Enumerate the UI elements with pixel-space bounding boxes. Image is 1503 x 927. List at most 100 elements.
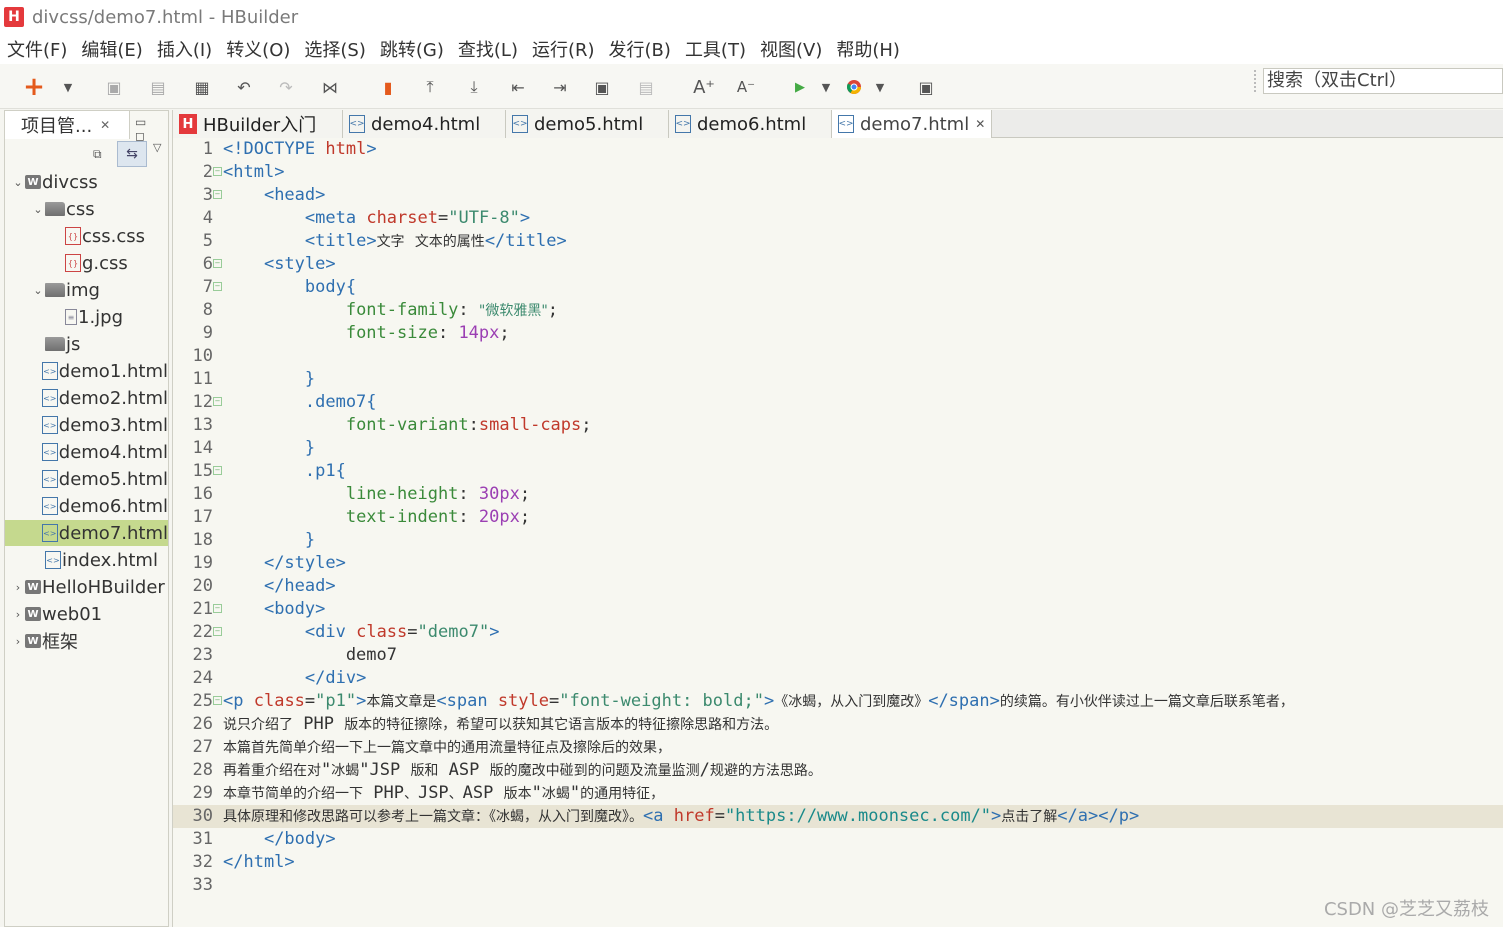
format-icon[interactable]: ⋈: [320, 77, 340, 97]
menu-item[interactable]: 文件(F): [7, 36, 67, 62]
menu-item[interactable]: 工具(T): [685, 36, 746, 62]
new-dropdown-icon[interactable]: ▼: [58, 77, 78, 97]
code-line[interactable]: 7− body{: [173, 276, 1503, 299]
code-line[interactable]: 14 }: [173, 437, 1503, 460]
fold-icon[interactable]: −: [213, 259, 222, 268]
bookmark-icon[interactable]: ▮: [378, 77, 398, 97]
close-icon[interactable]: ✕: [975, 117, 985, 131]
code-line[interactable]: 25− <p class="p1">本篇文章是<span style="font-…: [173, 690, 1503, 713]
expanded-chevron-icon[interactable]: ⌄: [31, 203, 45, 216]
tree-item[interactable]: ⌄ Wdivcss: [5, 169, 168, 195]
editor-tab[interactable]: H HBuilder入门: [173, 110, 343, 138]
collapse-all-icon[interactable]: ⧉: [93, 147, 102, 162]
tree-item[interactable]: › W HelloHBuilder: [5, 574, 168, 600]
code-line[interactable]: 13 font-variant:small-caps;: [173, 414, 1503, 437]
fold-icon[interactable]: −: [213, 627, 222, 636]
close-icon[interactable]: ✕: [100, 118, 110, 132]
collapsed-chevron-icon[interactable]: ›: [11, 635, 25, 648]
code-line[interactable]: 15− .p1{: [173, 460, 1503, 483]
code-line[interactable]: 5 <title>文字 文本的属性</title>: [173, 230, 1503, 253]
collapsed-chevron-icon[interactable]: ›: [11, 608, 25, 621]
minimize-maximize-icon[interactable]: ▭ ◻: [135, 115, 168, 143]
tree-item[interactable]: <> demo2.html: [5, 385, 168, 411]
menu-item[interactable]: 视图(V): [760, 36, 822, 62]
new-icon[interactable]: +: [23, 72, 45, 102]
code-line[interactable]: 23 demo7: [173, 644, 1503, 667]
code-line[interactable]: 33: [173, 874, 1503, 897]
fold-icon[interactable]: −: [213, 604, 222, 613]
tree-item[interactable]: <> demo1.html: [5, 358, 168, 384]
save-all-icon[interactable]: ▤: [148, 77, 168, 97]
code-line[interactable]: 28 再着重介绍在对"冰蝎"JSP 版和 ASP 版的魔改中碰到的问题及流量监测/…: [173, 759, 1503, 782]
code-line[interactable]: 1 <!DOCTYPE html>: [173, 138, 1503, 161]
code-line[interactable]: 6− <style>: [173, 253, 1503, 276]
menu-item[interactable]: 查找(L): [458, 36, 518, 62]
collapsed-chevron-icon[interactable]: ›: [11, 581, 25, 594]
fold-icon[interactable]: −: [213, 696, 222, 705]
menu-item[interactable]: 帮助(H): [836, 36, 900, 62]
code-line[interactable]: 3− <head>: [173, 184, 1503, 207]
go-bottom-icon[interactable]: ⤓: [464, 77, 484, 97]
tree-item[interactable]: ⌄ img: [5, 277, 168, 303]
save-icon[interactable]: ▣: [104, 77, 124, 97]
tree-item[interactable]: <> demo5.html: [5, 466, 168, 492]
menu-item[interactable]: 发行(B): [609, 36, 671, 62]
preview-icon[interactable]: ▣: [916, 77, 936, 97]
editor-tab[interactable]: <> demo4.html: [343, 110, 506, 138]
editor-tab[interactable]: <> demo6.html: [669, 110, 832, 138]
link-with-editor-icon[interactable]: ⇆: [117, 141, 147, 167]
expanded-chevron-icon[interactable]: ⌄: [31, 284, 45, 297]
uncomment-icon[interactable]: ▤: [636, 77, 656, 97]
code-line[interactable]: 16 line-height: 30px;: [173, 483, 1503, 506]
code-line[interactable]: 20 </head>: [173, 575, 1503, 598]
browser-dropdown-icon[interactable]: ▼: [870, 77, 890, 97]
tree-item[interactable]: ≡ 1.jpg: [5, 304, 168, 330]
print-icon[interactable]: ▦: [192, 77, 212, 97]
undo-icon[interactable]: ↶: [234, 77, 254, 97]
font-decrease-icon[interactable]: A⁻: [736, 77, 756, 97]
code-line[interactable]: 22− <div class="demo7">: [173, 621, 1503, 644]
code-line[interactable]: 19 </style>: [173, 552, 1503, 575]
code-line[interactable]: 21− <body>: [173, 598, 1503, 621]
code-line[interactable]: 31 </body>: [173, 828, 1503, 851]
tree-item[interactable]: <> demo4.html: [5, 439, 168, 465]
project-explorer-tab[interactable]: 项目管... ✕: [5, 111, 130, 139]
code-line[interactable]: 4 <meta charset="UTF-8">: [173, 207, 1503, 230]
code-line[interactable]: 10: [173, 345, 1503, 368]
menu-item[interactable]: 选择(S): [304, 36, 365, 62]
fold-icon[interactable]: −: [213, 190, 222, 199]
code-line[interactable]: 12− .demo7{: [173, 391, 1503, 414]
view-menu-icon[interactable]: ▽: [153, 141, 161, 154]
redo-icon[interactable]: ↷: [276, 77, 296, 97]
font-increase-icon[interactable]: A⁺: [693, 77, 715, 98]
editor-tab[interactable]: <> demo5.html: [506, 110, 669, 138]
fold-icon[interactable]: −: [213, 167, 222, 176]
code-line[interactable]: 9 font-size: 14px;: [173, 322, 1503, 345]
code-line[interactable]: 2− <html>: [173, 161, 1503, 184]
code-line[interactable]: 8 font-family: "微软雅黑";: [173, 299, 1503, 322]
go-top-icon[interactable]: ⤒: [420, 77, 440, 97]
tree-item[interactable]: {} css.css: [5, 223, 168, 249]
run-icon[interactable]: ▶: [790, 77, 810, 97]
fold-icon[interactable]: −: [213, 466, 222, 475]
tree-item[interactable]: <> demo6.html: [5, 493, 168, 519]
menu-item[interactable]: 转义(O): [226, 36, 290, 62]
code-line[interactable]: 24 </div>: [173, 667, 1503, 690]
expanded-chevron-icon[interactable]: ⌄: [11, 176, 25, 189]
tree-item[interactable]: <> index.html: [5, 547, 168, 573]
run-dropdown-icon[interactable]: ▼: [816, 77, 836, 97]
code-line[interactable]: 29 本章节简单的介绍一下 PHP、JSP、ASP 版本"冰蝎"的通用特征，: [173, 782, 1503, 805]
code-line[interactable]: 26 说只介绍了 PHP 版本的特征擦除，希望可以获知其它语言版本的特征擦除思路和…: [173, 713, 1503, 736]
tree-item[interactable]: <> demo7.html: [5, 520, 168, 546]
menu-item[interactable]: 插入(I): [157, 36, 212, 62]
tree-item[interactable]: js: [5, 331, 168, 357]
menu-item[interactable]: 运行(R): [532, 36, 595, 62]
tree-item[interactable]: {} g.css: [5, 250, 168, 276]
comment-icon[interactable]: ▣: [592, 77, 612, 97]
code-line[interactable]: 17 text-indent: 20px;: [173, 506, 1503, 529]
tree-item[interactable]: ⌄ css: [5, 196, 168, 222]
search-input[interactable]: 搜索（双击Ctrl）: [1263, 68, 1503, 94]
menu-item[interactable]: 编辑(E): [81, 36, 142, 62]
go-line-start-icon[interactable]: ⇤: [508, 77, 528, 97]
menu-item[interactable]: 跳转(G): [380, 36, 444, 62]
